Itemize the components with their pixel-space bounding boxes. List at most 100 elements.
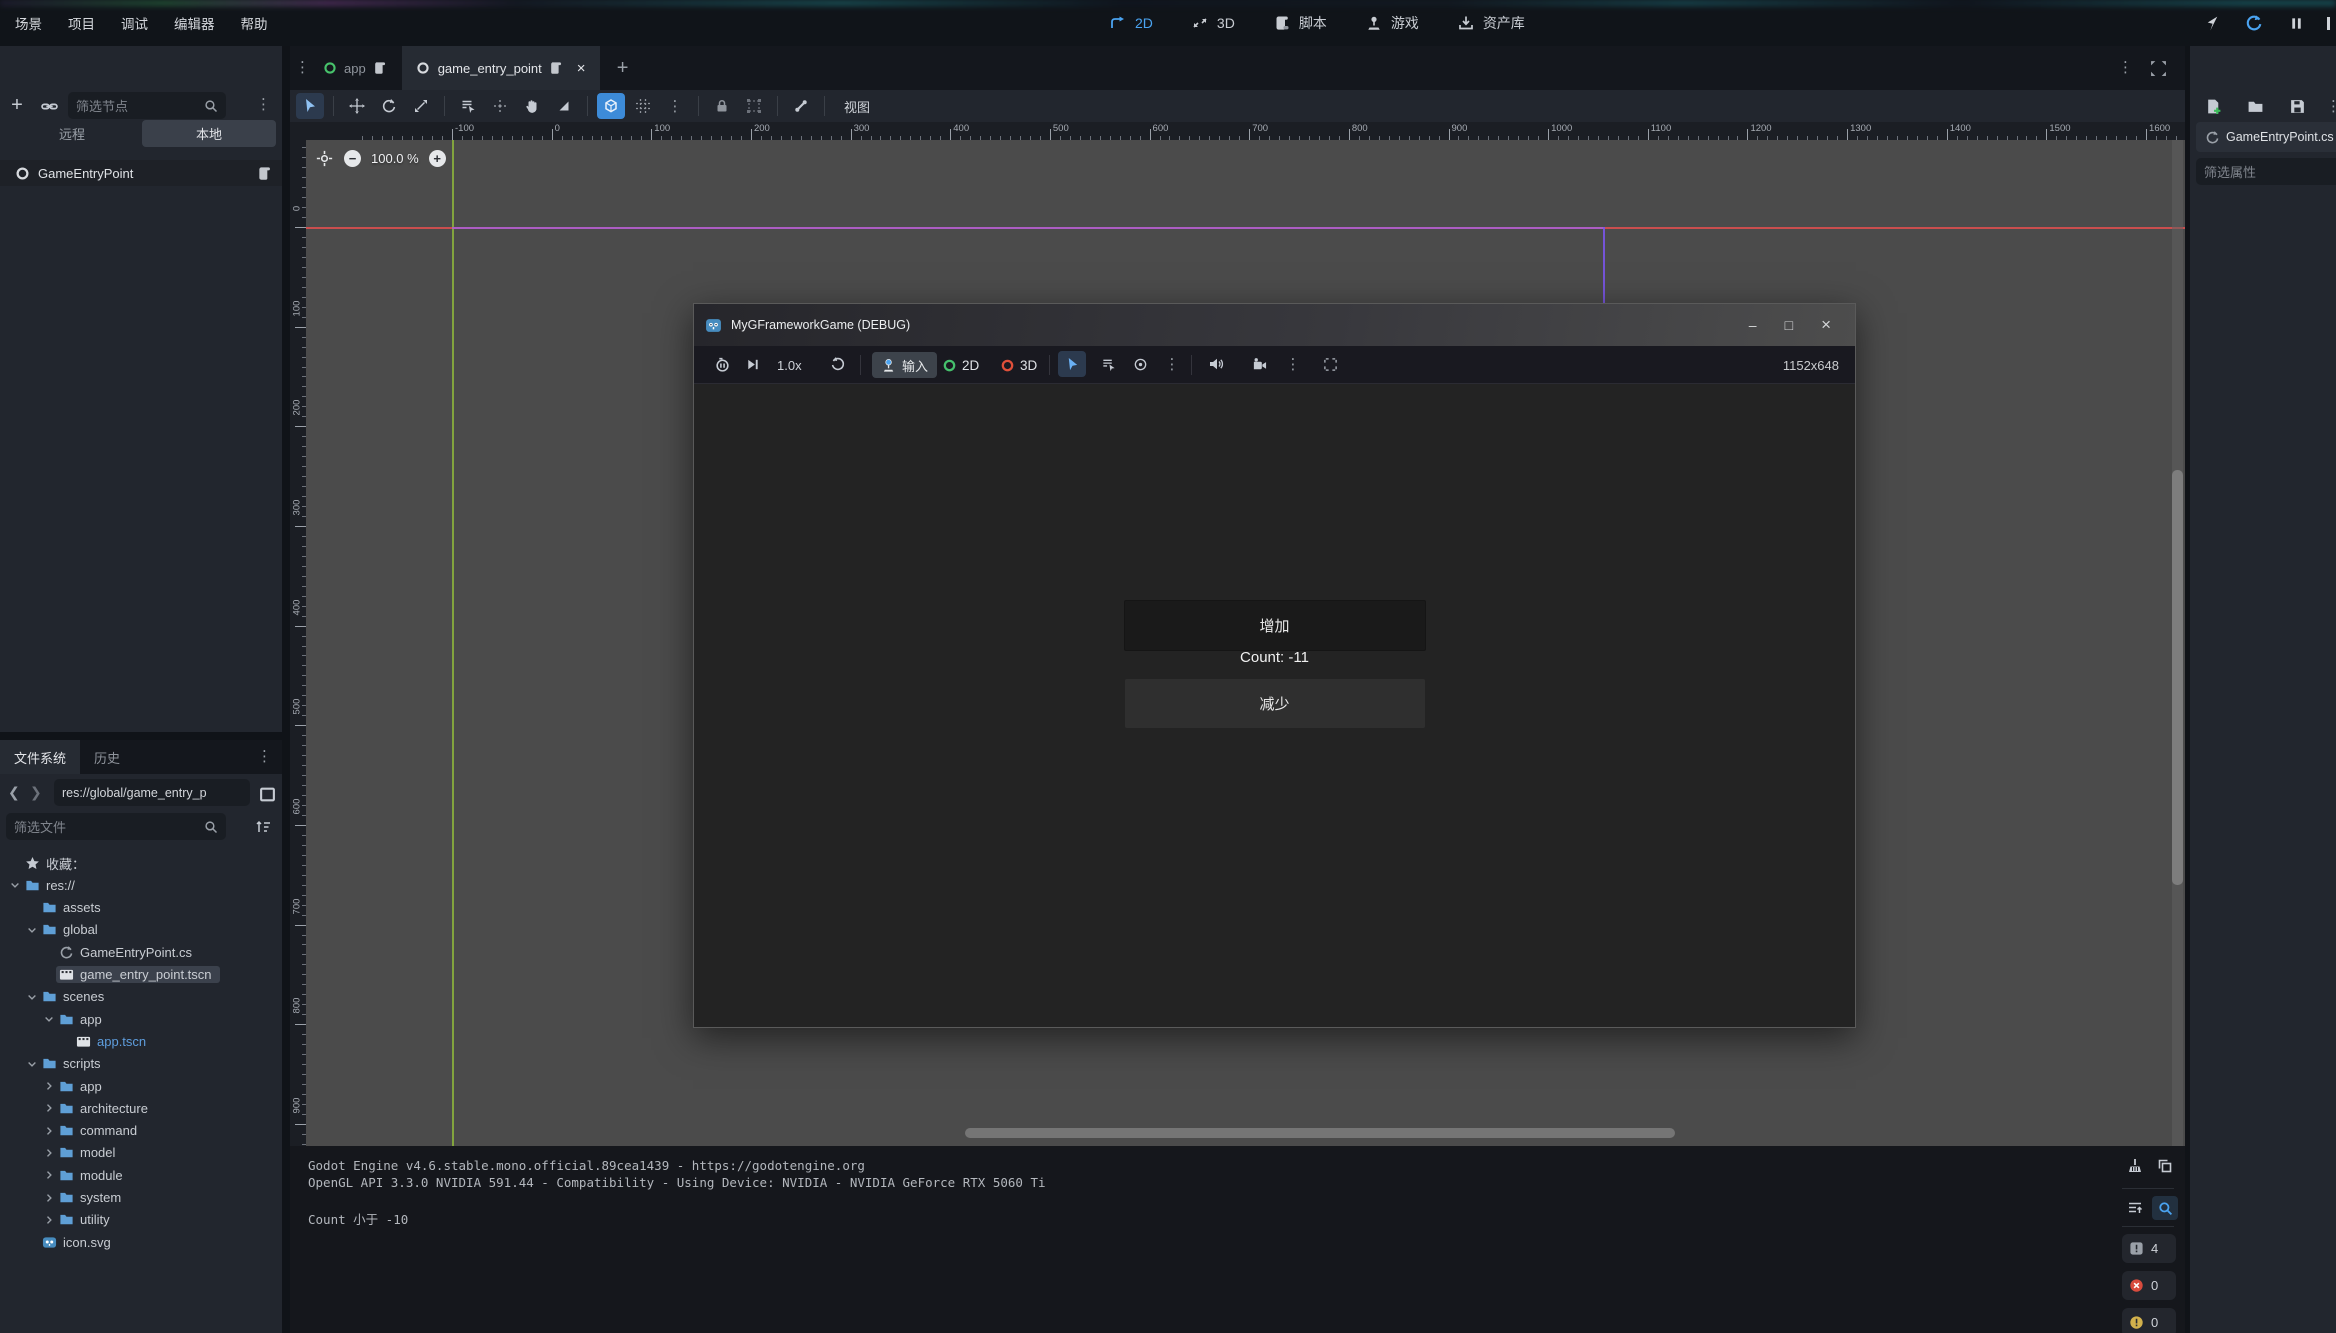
select-list-button[interactable] [454, 93, 482, 119]
load-resource-folder-icon[interactable] [2242, 94, 2268, 118]
chevron-down-icon[interactable] [8, 879, 22, 891]
tree-item-model[interactable]: model [0, 1142, 324, 1164]
filter-properties-input[interactable]: 筛选属性 [2196, 158, 2336, 185]
camera-override-2d[interactable]: 2D [941, 346, 979, 384]
filter-files-input[interactable]: 筛选文件 [6, 813, 226, 840]
distraction-free-icon[interactable] [2145, 56, 2171, 80]
pause-game-icon[interactable] [2283, 11, 2309, 35]
game-debug-window[interactable]: MyGFrameworkGame (DEBUG) – □ × 1.0x 输入 2… [693, 303, 1856, 1028]
zoom-level-label[interactable]: 100.0 % [371, 151, 419, 166]
new-resource-icon[interactable] [2200, 94, 2226, 118]
decrease-button[interactable]: 减少 [1125, 679, 1425, 728]
tree-item-GameEntryPoint.cs[interactable]: GameEntryPoint.cs [0, 941, 324, 963]
search-output-icon[interactable] [2152, 1196, 2178, 1220]
chevron-right-icon[interactable] [42, 1102, 56, 1114]
tree-item-res[interactable]: res:// [0, 874, 290, 896]
chevron-right-icon[interactable] [42, 1169, 56, 1181]
game-focus-target-button[interactable] [1126, 351, 1154, 377]
tree-item-icon.svg[interactable]: icon.svg [0, 1231, 307, 1253]
tree-item-command[interactable]: command [0, 1120, 324, 1142]
chevron-down-icon[interactable] [25, 924, 39, 936]
instance-scene-link-icon[interactable] [36, 94, 62, 118]
filesystem-menu-icon[interactable]: ⋮ [257, 749, 272, 764]
suspend-game-button[interactable] [708, 351, 736, 377]
scene-tree-menu-icon[interactable]: ⋮ [256, 97, 271, 112]
select-tool-button[interactable] [296, 93, 324, 119]
game-options-menu-icon[interactable]: ⋮ [1279, 351, 1307, 377]
current-path-field[interactable]: res://global/game_entry_p [54, 779, 250, 806]
menu-help[interactable]: 帮助 [228, 0, 281, 46]
local-toggle[interactable]: 本地 [142, 120, 276, 147]
chevron-right-icon[interactable] [42, 1125, 56, 1137]
game-select-menu-icon[interactable]: ⋮ [1158, 351, 1186, 377]
window-maximize-button[interactable]: □ [1785, 317, 1793, 333]
tree-item-architecture[interactable]: architecture [0, 1097, 324, 1119]
menu-debug[interactable]: 调试 [108, 0, 161, 46]
next-frame-button[interactable] [738, 351, 766, 377]
open-script-icon[interactable] [256, 165, 272, 181]
scene-tabbar-overflow-icon[interactable]: ⋮ [2118, 60, 2133, 75]
tree-item-global[interactable]: global [0, 919, 307, 941]
menu-scene[interactable]: 场景 [2, 0, 55, 46]
input-mode-toggle[interactable]: 输入 [872, 352, 937, 378]
close-tab-icon[interactable]: × [577, 60, 586, 77]
chevron-right-icon[interactable] [42, 1080, 56, 1092]
window-close-button[interactable]: × [1821, 315, 1831, 335]
nav-forward-icon[interactable]: ❯ [30, 784, 42, 801]
collapse-duplicates-icon[interactable] [2122, 1196, 2148, 1220]
nav-back-icon[interactable]: ❮ [8, 784, 20, 801]
zoom-out-button[interactable]: − [344, 150, 361, 167]
scene-tab-game-entry-point[interactable]: game_entry_point × [402, 46, 600, 90]
view-menu-button[interactable]: 视图 [834, 97, 880, 116]
menu-project[interactable]: 项目 [55, 0, 108, 46]
camera-override-3d[interactable]: 3D [999, 346, 1037, 384]
cursor-tool-icon[interactable] [2199, 11, 2225, 35]
tree-item-scripts[interactable]: scripts [0, 1053, 307, 1075]
chevron-down-icon[interactable] [25, 991, 39, 1003]
grid-snap-button[interactable] [629, 93, 657, 119]
remote-toggle[interactable]: 远程 [6, 120, 138, 147]
workspace-assetlib-button[interactable]: 资产库 [1443, 0, 1539, 46]
dock-splitter[interactable] [0, 732, 282, 740]
game-select-list-button[interactable] [1094, 351, 1122, 377]
dock-splitter-left[interactable] [282, 46, 290, 1333]
edited-object-button[interactable]: GameEntryPoint.cs [2196, 122, 2336, 152]
snap-options-menu-icon[interactable]: ⋮ [661, 93, 689, 119]
ruler-tool-button[interactable] [550, 93, 578, 119]
tree-item-app[interactable]: app [0, 1008, 324, 1030]
mute-audio-button[interactable] [1202, 351, 1230, 377]
split-mode-icon[interactable] [254, 782, 280, 806]
center-view-icon[interactable] [314, 148, 334, 168]
menu-editor[interactable]: 编辑器 [161, 0, 228, 46]
scale-tool-button[interactable] [407, 93, 435, 119]
sort-files-icon[interactable] [250, 815, 276, 839]
scene-tree-root-node[interactable]: GameEntryPoint [0, 160, 282, 186]
reset-speed-button[interactable] [824, 351, 852, 377]
clear-output-icon[interactable] [2122, 1154, 2148, 1178]
save-resource-icon[interactable] [2284, 94, 2310, 118]
canvas-hscrollbar-thumb[interactable] [965, 1128, 1675, 1138]
chevron-down-icon[interactable] [42, 1013, 56, 1025]
window-minimize-button[interactable]: – [1749, 317, 1757, 333]
increase-button[interactable]: 增加 [1124, 600, 1426, 651]
tree-item-utility[interactable]: utility [0, 1209, 324, 1231]
tree-item-app[interactable]: app [0, 1075, 324, 1097]
chevron-down-icon[interactable] [25, 1058, 39, 1070]
filter-nodes-input[interactable]: 筛选节点 [68, 92, 226, 119]
workspace-script-button[interactable]: 脚本 [1259, 0, 1341, 46]
scene-tab-app[interactable]: app [308, 46, 402, 90]
message-count-badge[interactable]: 4 [2122, 1234, 2176, 1263]
canvas-vscrollbar-thumb[interactable] [2172, 470, 2183, 885]
game-camera-button[interactable] [1245, 351, 1273, 377]
lock-object-button[interactable] [708, 93, 736, 119]
tree-item-module[interactable]: module [0, 1164, 324, 1186]
restart-game-icon[interactable] [2241, 11, 2267, 35]
skeleton-bone-button[interactable] [787, 93, 815, 119]
game-select-mode-button[interactable] [1058, 351, 1086, 377]
new-scene-tab-icon[interactable]: + [610, 56, 636, 80]
tree-item-game_entry_point.tscn[interactable]: game_entry_point.tscn [0, 964, 324, 986]
rotate-tool-button[interactable] [375, 93, 403, 119]
pan-tool-button[interactable] [518, 93, 546, 119]
tree-item-system[interactable]: system [0, 1187, 324, 1209]
workspace-2d-button[interactable]: 2D [1095, 0, 1167, 46]
